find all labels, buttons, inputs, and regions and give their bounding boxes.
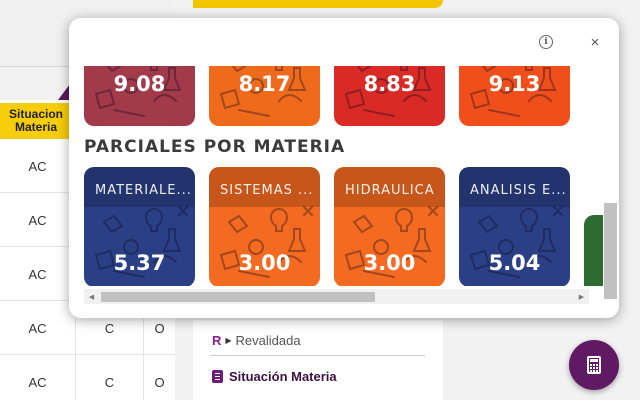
tile-grade: 3.00: [363, 251, 416, 275]
table-cell: O: [154, 374, 165, 390]
tile-subject-name: HIDRAULICA: [345, 183, 435, 198]
tile-grade: 9.13: [488, 72, 541, 96]
legend-situacion-materia: Situación Materia: [212, 369, 337, 384]
scroll-left-arrow-icon[interactable]: ◀: [84, 289, 99, 304]
legend-revalidada: R ▶ Revalidada: [212, 333, 301, 348]
status-cell: AC: [0, 139, 76, 193]
horizontal-scrollbar[interactable]: ◀ ▶: [84, 289, 589, 304]
subject-tile[interactable]: MATERIALE... 5.37: [84, 167, 195, 286]
subject-tile[interactable]: 9.08: [84, 66, 195, 126]
tile-grade: 5.04: [488, 251, 541, 275]
tile-grade: 8.17: [238, 72, 291, 96]
legend-panel: [193, 320, 443, 400]
subject-tile-partial[interactable]: [584, 215, 603, 286]
tile-grade: 8.83: [363, 72, 416, 96]
section-title: PARCIALES POR MATERIA: [84, 137, 346, 157]
calculator-button[interactable]: [569, 340, 619, 390]
popup-scroll-content[interactable]: 9.08 8.17 8.83 9.13 PARCIALES POR MATERI…: [69, 66, 603, 286]
close-button[interactable]: ×: [585, 32, 605, 52]
subject-tile[interactable]: 9.13: [459, 66, 570, 126]
legend-heading: Situación Materia: [229, 369, 337, 384]
info-icon[interactable]: i: [539, 35, 553, 49]
subject-tile[interactable]: HIDRAULICA 3.00: [334, 167, 445, 286]
legend-cut-off-row: [212, 394, 272, 400]
status-cell: AC: [0, 355, 76, 400]
table-header-situacion: Situacion Materia: [0, 103, 72, 139]
status-cell: AC: [0, 301, 76, 355]
subject-tile[interactable]: ANALISIS E... 5.04: [459, 167, 570, 286]
scrollbar-thumb[interactable]: [604, 203, 617, 299]
tile-grade: 3.00: [238, 251, 291, 275]
book-icon: [212, 370, 223, 383]
status-cell: AC: [0, 247, 76, 301]
grades-popup: 9.08 8.17 8.83 9.13 PARCIALES POR MATERI…: [69, 18, 619, 318]
scroll-right-arrow-icon[interactable]: ▶: [574, 289, 589, 304]
tile-grade: 5.37: [113, 251, 166, 275]
scrollbar-thumb[interactable]: [101, 292, 375, 302]
divider: [210, 355, 425, 356]
status-cell: AC: [0, 193, 76, 247]
legend-letter: R: [212, 333, 222, 348]
yellow-header-strip: [193, 0, 443, 8]
legend-label: Revalidada: [235, 333, 301, 348]
tile-subject-name: ANALISIS E...: [470, 183, 567, 198]
table-row: AC C O: [0, 355, 175, 400]
subject-tile[interactable]: 8.17: [209, 66, 320, 126]
tile-subject-name: SISTEMAS ...: [220, 183, 314, 198]
tile-subject-name: MATERIALE...: [95, 183, 192, 198]
subject-tile[interactable]: SISTEMAS ... 3.00: [209, 167, 320, 286]
calculator-icon: [587, 356, 601, 374]
caret-right-icon: ▶: [225, 336, 232, 345]
table-cell: C: [76, 355, 144, 400]
tile-grade: 9.08: [113, 72, 166, 96]
vertical-scrollbar[interactable]: [603, 66, 618, 302]
popup-header: i ×: [69, 18, 619, 66]
subject-tile[interactable]: 8.83: [334, 66, 445, 126]
